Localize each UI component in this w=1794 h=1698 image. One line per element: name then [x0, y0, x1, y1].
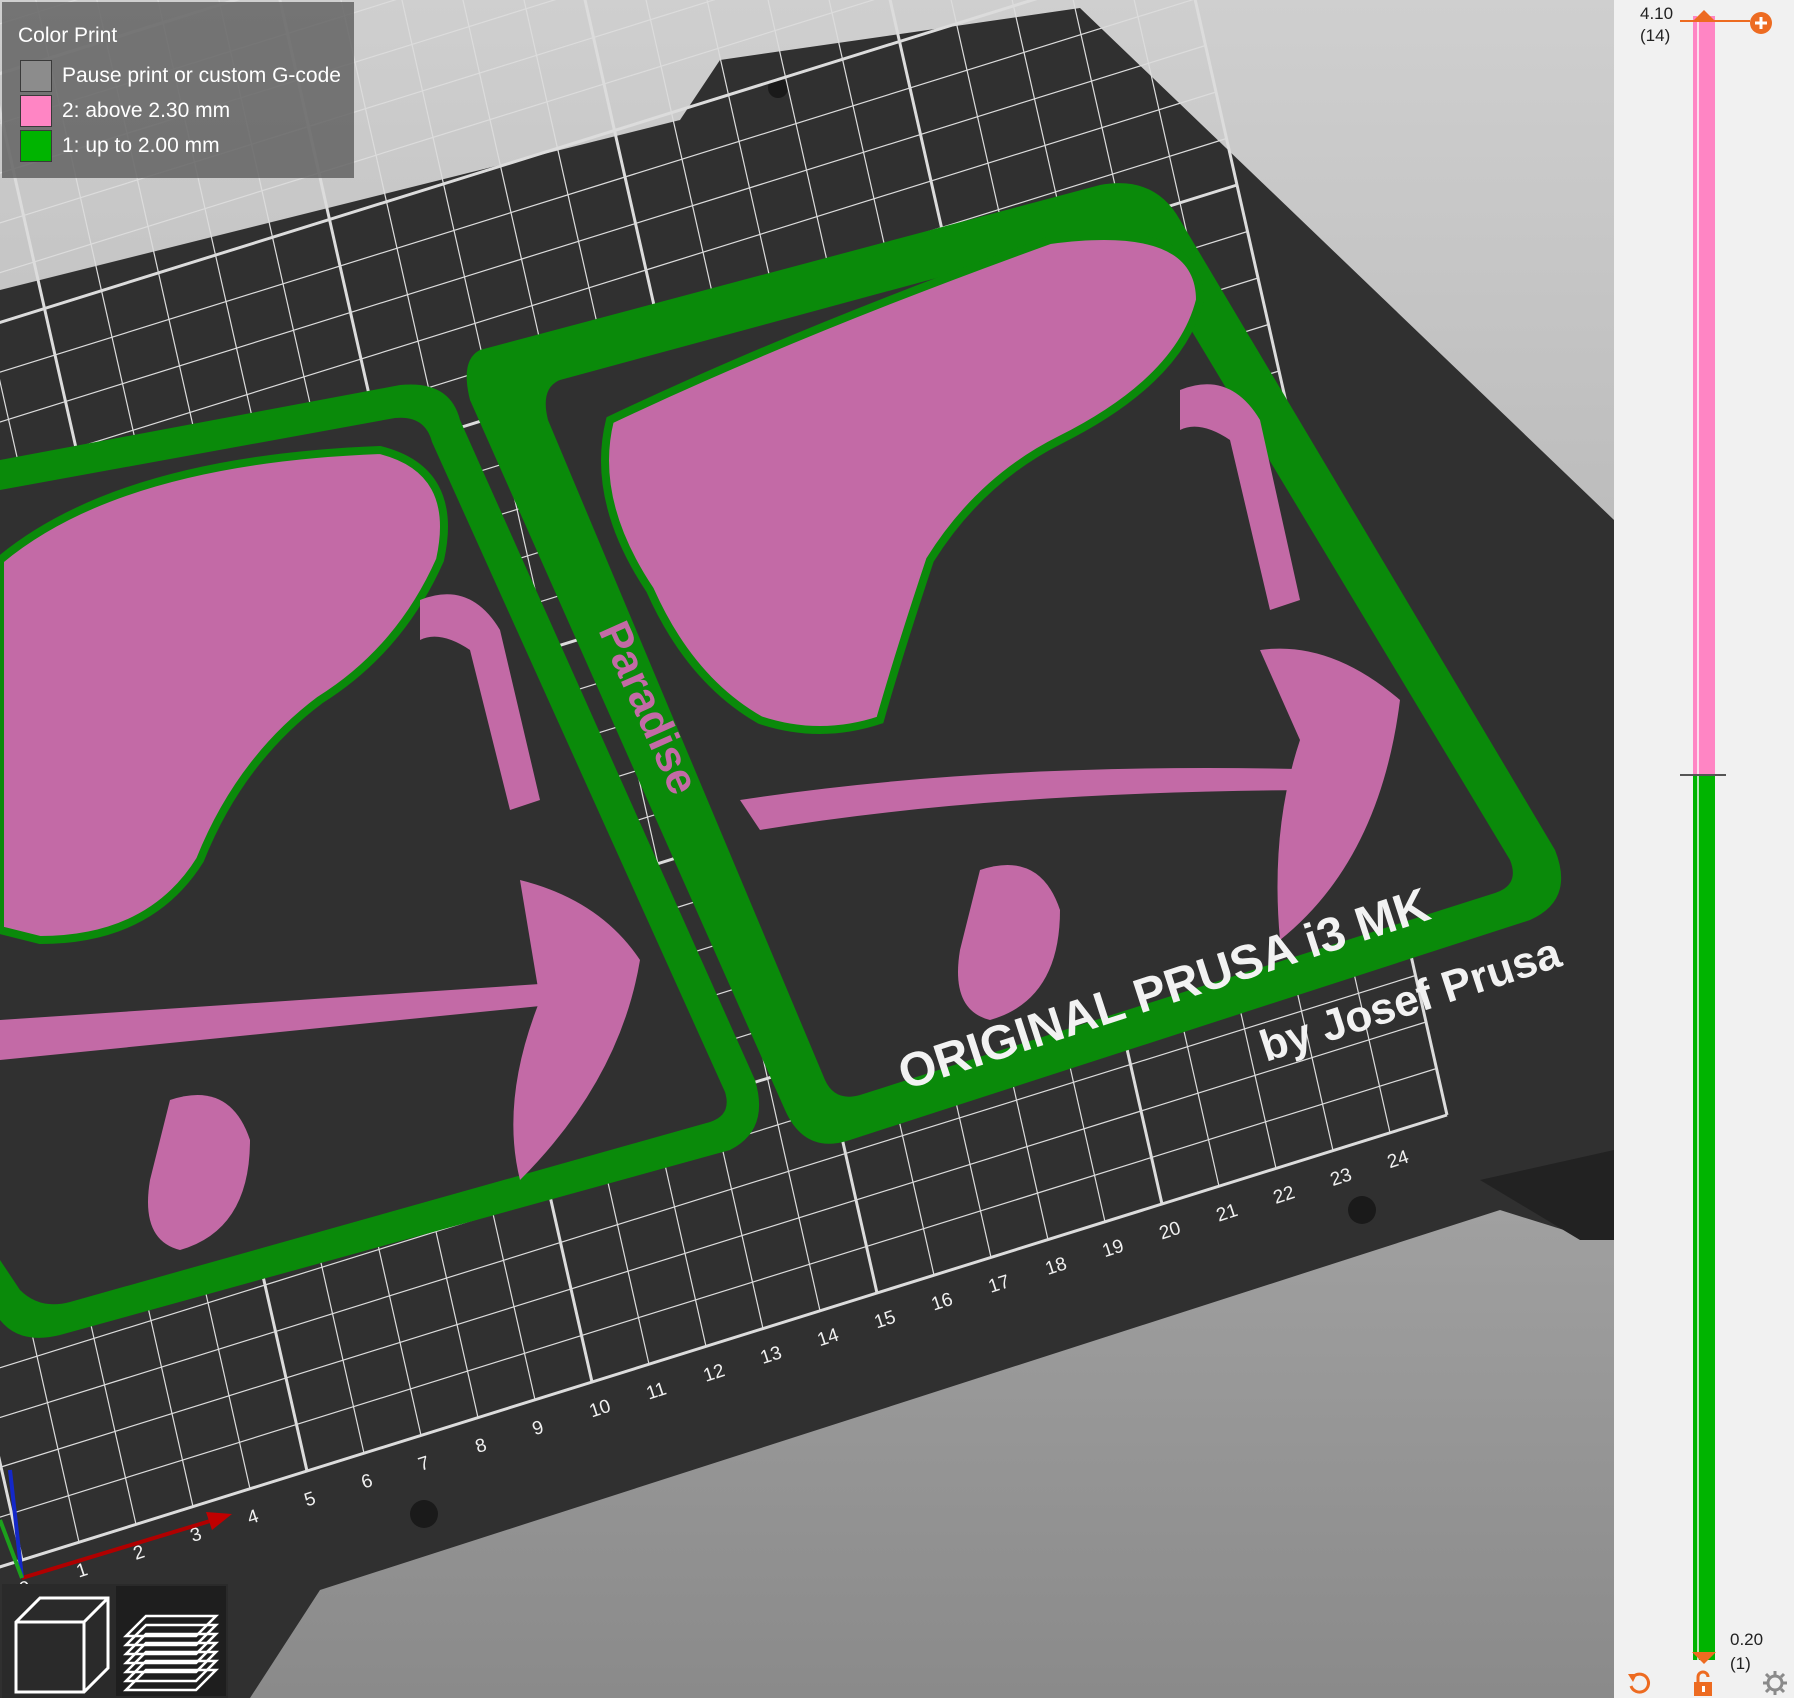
- layers-icon: [116, 1586, 226, 1696]
- undo-icon[interactable]: [1626, 1670, 1652, 1696]
- cube-icon: [4, 1586, 114, 1696]
- legend-swatch-lower: [20, 130, 52, 162]
- view-toolbar: [2, 1584, 228, 1698]
- 3d-viewport[interactable]: Paradise ORIGINAL PRUSA i3 MK by Josef P…: [0, 0, 1614, 1698]
- iso-view-button[interactable]: [4, 1586, 114, 1696]
- upper-thumb-line: [1680, 20, 1750, 22]
- lock-open-icon[interactable]: [1690, 1670, 1716, 1698]
- legend-item-upper: 2: above 2.30 mm: [20, 94, 230, 128]
- top-height-label: 4.10: [1640, 4, 1674, 23]
- top-layer-label: (14): [1640, 26, 1671, 45]
- range-lower-segment: [1693, 776, 1715, 1660]
- legend-item-lower: 1: up to 2.00 mm: [20, 129, 220, 163]
- legend-label-pause: Pause print or custom G-code: [62, 64, 341, 87]
- legend-swatch-upper: [20, 95, 52, 127]
- layer-range-bar[interactable]: [1693, 16, 1715, 1660]
- color-change-tick[interactable]: [1680, 774, 1726, 776]
- legend-label-lower: 1: up to 2.00 mm: [62, 134, 220, 157]
- legend-swatch-pause: [20, 60, 52, 92]
- bottom-layer-label: (1): [1730, 1654, 1751, 1673]
- legend-title: Color Print: [18, 24, 118, 47]
- color-print-legend: Color Print Pause print or custom G-code…: [2, 2, 354, 178]
- layers-view-button[interactable]: [116, 1586, 226, 1696]
- plus-circle-icon[interactable]: [1748, 10, 1774, 36]
- lower-thumb-icon[interactable]: [1690, 1650, 1718, 1666]
- gear-icon[interactable]: [1762, 1670, 1788, 1696]
- layer-slider-panel: 4.10 (14) 0.20 (1): [1614, 0, 1794, 1698]
- print-bed-scene[interactable]: Paradise ORIGINAL PRUSA i3 MK by Josef P…: [0, 0, 1614, 1698]
- legend-label-upper: 2: above 2.30 mm: [62, 99, 231, 122]
- legend-item-pause: Pause print or custom G-code: [20, 59, 341, 93]
- range-upper-segment: [1693, 16, 1715, 776]
- bottom-height-label: 0.20: [1730, 1630, 1764, 1649]
